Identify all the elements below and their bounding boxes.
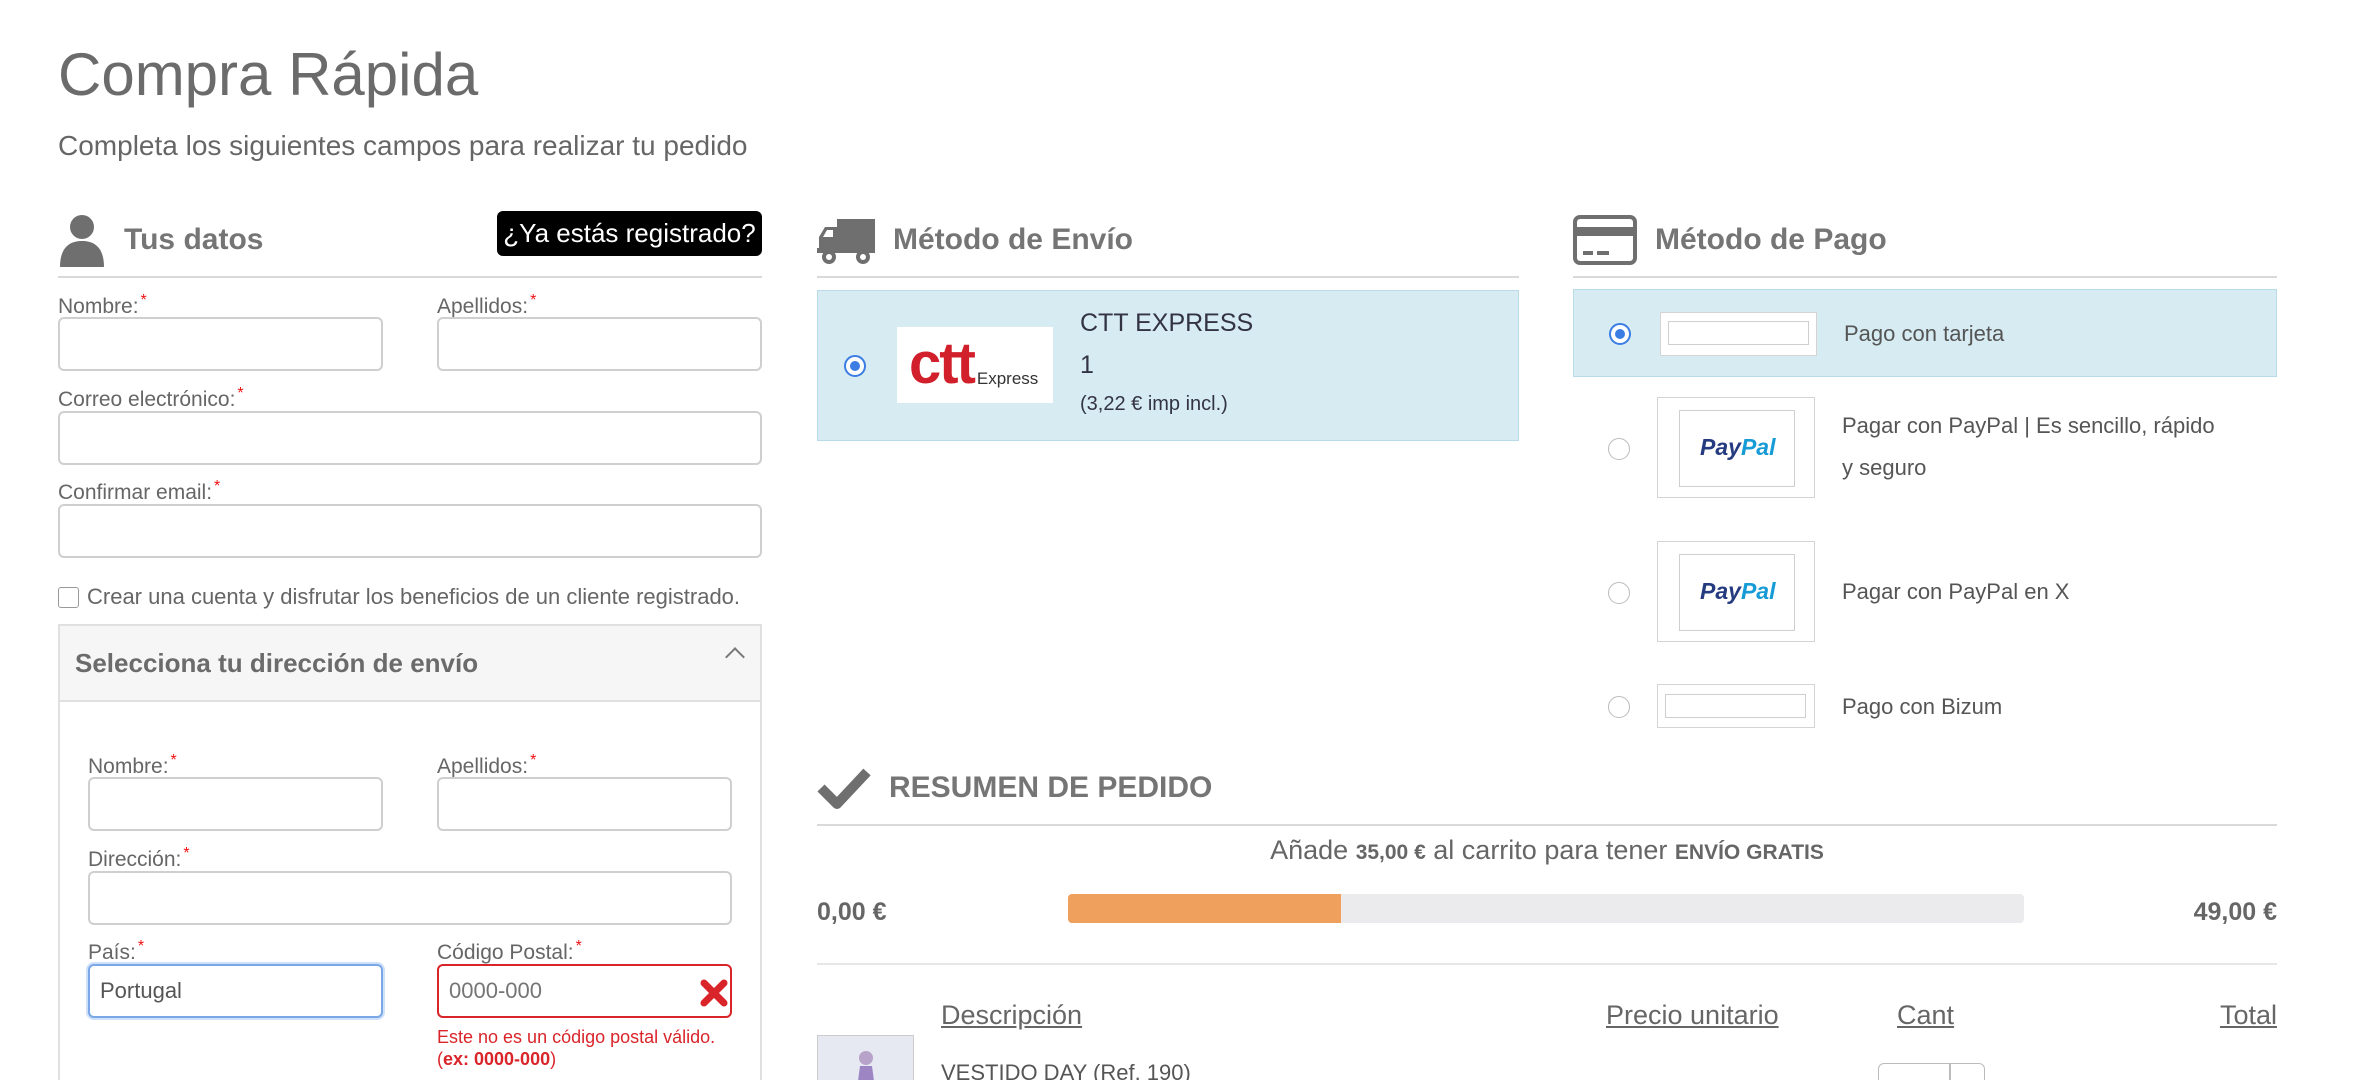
pais-label: País: *	[88, 938, 145, 964]
shipping-address-header[interactable]: Selecciona tu dirección de envío	[60, 626, 760, 702]
addr-nombre-label: Nombre: *	[88, 752, 177, 778]
section-header-pago: Método de Pago	[1573, 204, 2277, 278]
credit-card-icon	[1573, 215, 1637, 265]
email-input[interactable]	[58, 411, 762, 465]
create-account-checkbox-row[interactable]: Crear una cuenta y disfrutar los benefic…	[58, 584, 740, 610]
shipping-address-title: Selecciona tu dirección de envío	[75, 647, 479, 678]
section-title-datos: Tus datos	[124, 223, 264, 256]
confirm-email-label: Confirmar email: *	[58, 478, 221, 504]
nombre-input[interactable]	[58, 317, 383, 371]
payment-radio-paypal-x[interactable]	[1608, 582, 1630, 604]
create-account-checkbox[interactable]	[58, 586, 79, 608]
shipping-radio-ctt[interactable]	[844, 355, 866, 377]
shipping-name: CTT EXPRESS	[1080, 309, 1254, 337]
page-title: Compra Rápida	[58, 41, 479, 108]
section-header-resumen: RESUMEN DE PEDIDO	[817, 752, 2277, 826]
paypal-x-logo: PayPal	[1657, 541, 1815, 642]
payment-option-paypal[interactable]: PayPal Pagar con PayPal | Es sencillo, r…	[1573, 397, 2277, 499]
user-icon	[58, 213, 106, 267]
already-registered-button[interactable]: ¿Ya estás registrado?	[497, 211, 762, 256]
payment-radio-paypal[interactable]	[1608, 438, 1630, 460]
cp-label: Código Postal: *	[437, 938, 582, 964]
payment-label-bizum: Pago con Bizum	[1842, 694, 2003, 719]
error-x-icon	[700, 979, 728, 1007]
checkmark-icon	[817, 766, 871, 810]
payment-option-card[interactable]: Pago con tarjeta	[1573, 289, 2277, 377]
payment-label-card: Pago con tarjeta	[1844, 321, 2005, 346]
truck-icon	[817, 215, 875, 265]
payment-option-paypal-x[interactable]: PayPal Pagar con PayPal en X	[1573, 541, 2277, 643]
addr-direccion-label: Dirección: *	[88, 845, 190, 871]
payment-radio-bizum[interactable]	[1608, 696, 1630, 718]
column-descripcion[interactable]: Descripción	[941, 1000, 1082, 1031]
apellidos-input[interactable]	[437, 317, 762, 371]
shipping-qty: 1	[1080, 351, 1094, 379]
progress-max-amount: 49,00 €	[2193, 898, 2277, 926]
addr-direccion-input[interactable]	[88, 871, 732, 925]
summary-divider	[817, 963, 2277, 965]
quantity-stepper[interactable]	[1878, 1063, 1985, 1080]
ctt-express-logo: ctt Express	[897, 327, 1053, 403]
postal-code-input[interactable]	[437, 964, 732, 1018]
section-title-resumen: RESUMEN DE PEDIDO	[889, 771, 1213, 804]
addr-apellidos-label: Apellidos: *	[437, 752, 537, 778]
column-cant[interactable]: Cant	[1897, 1000, 1954, 1031]
section-title-envio: Método de Envío	[893, 223, 1133, 256]
progress-min-amount: 0,00 €	[817, 898, 887, 926]
card-logo	[1660, 312, 1817, 356]
column-precio[interactable]: Precio unitario	[1606, 1000, 1779, 1031]
payment-radio-card[interactable]	[1609, 323, 1631, 345]
payment-label-paypal: Pagar con PayPal | Es sencillo, rápido y…	[1842, 413, 2215, 480]
free-shipping-promo: Añade 35,00 € al carrito para tener ENVÍ…	[1270, 835, 1824, 865]
paypal-logo: PayPal	[1657, 397, 1815, 498]
product-name: VESTIDO DAY (Ref. 190)	[941, 1060, 1191, 1080]
apellidos-label: Apellidos: *	[437, 292, 537, 318]
bizum-logo	[1657, 684, 1815, 728]
addr-apellidos-input[interactable]	[437, 777, 732, 831]
addr-nombre-input[interactable]	[88, 777, 383, 831]
payment-option-bizum[interactable]: Pago con Bizum	[1573, 684, 2277, 730]
free-shipping-progress-fill	[1068, 894, 1342, 923]
column-total[interactable]: Total	[2220, 1000, 2277, 1031]
shipping-option-ctt[interactable]: ctt Express CTT EXPRESS 1 (3,22 € imp inc…	[817, 290, 1519, 441]
postal-code-error: Este no es un código postal válido. (ex:…	[437, 1027, 716, 1069]
email-label: Correo electrónico: *	[58, 385, 244, 411]
create-account-label: Crear una cuenta y disfrutar los benefic…	[87, 584, 741, 609]
page-subtitle: Completa los siguientes campos para real…	[58, 130, 748, 161]
free-shipping-progress	[1068, 894, 2024, 923]
chevron-up-icon[interactable]	[725, 647, 745, 667]
shipping-price: (3,22 € imp incl.)	[1080, 393, 1228, 415]
product-thumbnail[interactable]	[817, 1035, 914, 1080]
payment-label-paypal-x: Pagar con PayPal en X	[1842, 579, 2070, 604]
pais-input[interactable]	[88, 964, 383, 1018]
nombre-label: Nombre: *	[58, 292, 147, 318]
section-header-envio: Método de Envío	[817, 204, 1519, 278]
section-title-pago: Método de Pago	[1655, 223, 1887, 256]
confirm-email-input[interactable]	[58, 504, 762, 558]
